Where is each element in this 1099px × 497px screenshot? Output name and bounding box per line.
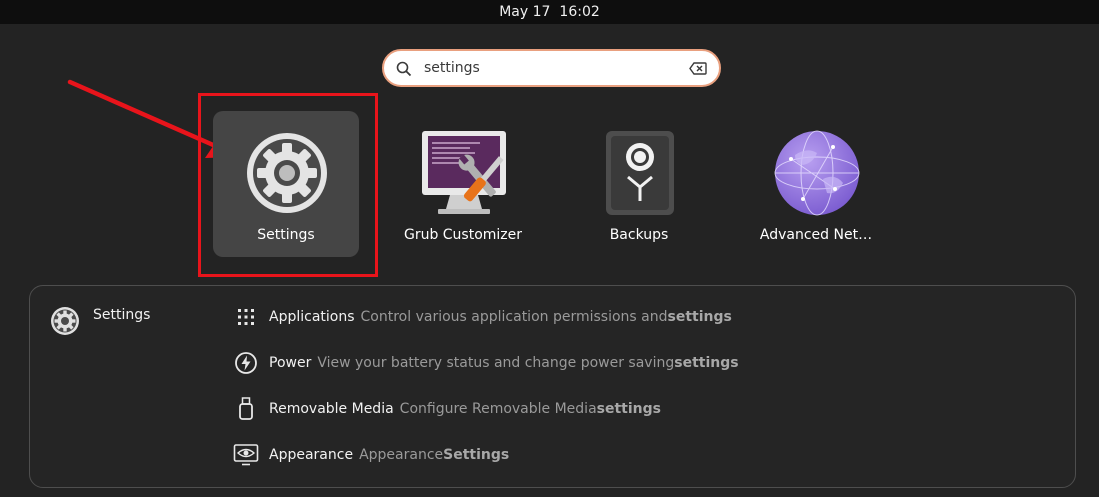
- search-input[interactable]: [424, 57, 664, 79]
- result-description: Configure Removable Media: [399, 401, 597, 417]
- app-backups[interactable]: Backups: [566, 111, 712, 257]
- settings-gear-icon: [247, 133, 327, 213]
- result-match-highlight: settings: [674, 355, 739, 371]
- date-label[interactable]: May 17: [499, 4, 550, 20]
- result-item-removable-media[interactable]: Removable Media Configure Removable Medi…: [233, 396, 661, 422]
- result-item-power[interactable]: Power View your battery status and chang…: [233, 350, 739, 376]
- clear-text-icon[interactable]: [689, 62, 707, 75]
- top-bar: May 17 16:02: [0, 0, 1099, 24]
- app-label: Advanced Net…: [759, 227, 873, 243]
- result-match-highlight: settings: [596, 401, 661, 417]
- result-match-highlight: Settings: [443, 447, 510, 463]
- search-results-panel: Settings Applications Control various ap…: [29, 285, 1076, 488]
- settings-gear-icon[interactable]: [50, 306, 80, 336]
- advanced-network-globe-icon: [774, 130, 860, 216]
- usb-drive-icon: [233, 396, 259, 422]
- result-source-name[interactable]: Settings: [93, 307, 150, 323]
- result-match-highlight: settings: [667, 309, 732, 325]
- search-box[interactable]: [382, 49, 721, 87]
- grid-dots-icon: [233, 304, 259, 330]
- result-item-applications[interactable]: Applications Control various application…: [233, 304, 732, 330]
- result-title: Removable Media: [269, 401, 394, 417]
- result-title: Power: [269, 355, 312, 371]
- backups-vault-icon: [606, 131, 674, 215]
- result-description: Appearance: [359, 447, 444, 463]
- result-title: Appearance: [269, 447, 354, 463]
- power-bolt-icon: [233, 350, 259, 376]
- clock-label[interactable]: 16:02: [559, 4, 599, 20]
- app-label: Settings: [257, 227, 315, 243]
- result-description: Control various application permissions …: [360, 309, 668, 325]
- search-icon: [396, 61, 412, 77]
- app-advanced-network[interactable]: Advanced Net…: [743, 111, 889, 257]
- app-grub-customizer[interactable]: Grub Customizer: [390, 111, 536, 257]
- grub-customizer-icon: [422, 131, 506, 214]
- app-settings[interactable]: Settings: [213, 111, 359, 257]
- app-label: Grub Customizer: [403, 227, 523, 243]
- app-label: Backups: [609, 227, 669, 243]
- result-title: Applications: [269, 309, 355, 325]
- result-description: View your battery status and change powe…: [317, 355, 675, 371]
- appearance-eye-icon: [233, 442, 259, 468]
- result-item-appearance[interactable]: Appearance Appearance Settings: [233, 442, 509, 468]
